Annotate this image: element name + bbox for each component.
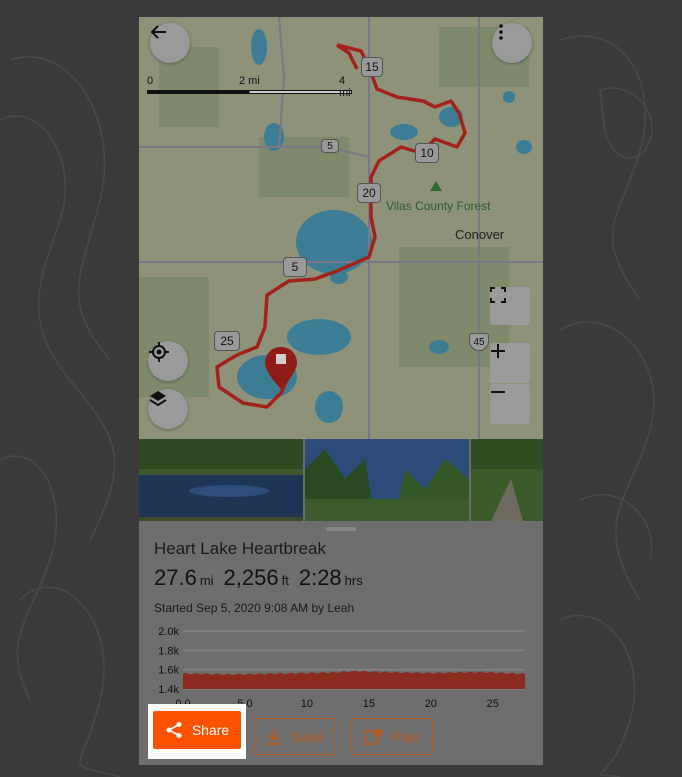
y-tick-label: 1.4k xyxy=(158,684,179,696)
sheet-drag-handle[interactable] xyxy=(326,527,356,531)
distance-value: 27.6 xyxy=(154,565,197,590)
x-tick-label: 10 xyxy=(301,698,313,710)
arrow-left-icon xyxy=(150,25,166,39)
plan-button[interactable]: Plan xyxy=(351,718,433,755)
distance-unit: mi xyxy=(199,573,214,588)
app-screen: 0 2 mi 4 mi 15 5 10 20 5 25 45 Vilas Cou… xyxy=(139,17,543,765)
more-options-button[interactable] xyxy=(492,23,532,63)
back-button[interactable] xyxy=(150,23,190,63)
layers-icon xyxy=(149,391,167,407)
elevation-unit: ft xyxy=(281,573,289,588)
share-button[interactable]: Share xyxy=(153,711,241,749)
plan-label: Plan xyxy=(391,728,421,745)
route-plan-icon xyxy=(364,728,382,745)
route-shield: 5 xyxy=(321,139,339,153)
share-highlight: Share xyxy=(148,704,246,759)
activity-photo[interactable] xyxy=(139,439,303,521)
y-tick-label: 2.0k xyxy=(158,626,179,638)
place-label-forest: Vilas County Forest xyxy=(386,199,491,213)
zoom-in-button[interactable] xyxy=(490,343,530,383)
route-shield: 25 xyxy=(214,331,240,351)
elevation-area xyxy=(183,670,525,689)
elevation-value: 2,256 xyxy=(223,565,279,590)
plus-icon xyxy=(491,344,505,358)
save-label: Save xyxy=(292,728,324,745)
x-tick-label: 20 xyxy=(425,698,437,710)
route-shield: 15 xyxy=(361,57,383,77)
share-label: Share xyxy=(191,722,230,738)
minus-icon xyxy=(491,391,505,393)
activity-photo[interactable] xyxy=(305,439,469,521)
activity-start-info: Started Sep 5, 2020 9:08 AM by Leah xyxy=(154,601,355,615)
x-tick-label: 25 xyxy=(487,698,499,710)
time-value: 2:28 xyxy=(298,565,342,590)
scale-label-0: 0 xyxy=(147,75,154,87)
activity-title: Heart Lake Heartbreak xyxy=(154,539,326,558)
photo-strip[interactable] xyxy=(139,439,543,521)
route-shield: 5 xyxy=(283,257,307,277)
activity-photo[interactable] xyxy=(471,439,543,521)
route-shield: 20 xyxy=(357,183,381,203)
download-icon xyxy=(267,729,282,745)
scale-label-4mi: 4 mi xyxy=(339,75,351,99)
locate-icon xyxy=(149,342,169,362)
place-label-town: Conover xyxy=(455,227,505,242)
zoom-out-button[interactable] xyxy=(490,384,530,424)
layers-button[interactable] xyxy=(148,389,188,429)
save-button[interactable]: Save xyxy=(254,718,336,755)
map-scale-bar: 0 2 mi 4 mi xyxy=(147,75,352,99)
map-view[interactable]: 0 2 mi 4 mi 15 5 10 20 5 25 45 Vilas Cou… xyxy=(139,17,543,439)
locate-button[interactable] xyxy=(148,341,188,381)
scale-label-2mi: 2 mi xyxy=(239,75,260,87)
time-unit: hrs xyxy=(344,573,363,588)
fullscreen-button[interactable] xyxy=(490,287,530,325)
elevation-chart[interactable]: 2.0k1.8k1.6k1.4k0.05.010152025 xyxy=(139,623,543,713)
activity-stats: 27.6 mi 2,256 ft 2:28 hrs xyxy=(154,565,373,591)
more-vertical-icon xyxy=(499,24,503,40)
y-tick-label: 1.6k xyxy=(158,665,179,677)
share-icon xyxy=(166,722,182,738)
x-tick-label: 15 xyxy=(363,698,375,710)
y-tick-label: 1.8k xyxy=(158,645,179,657)
fullscreen-icon xyxy=(490,287,506,303)
route-shield: 10 xyxy=(415,143,439,163)
